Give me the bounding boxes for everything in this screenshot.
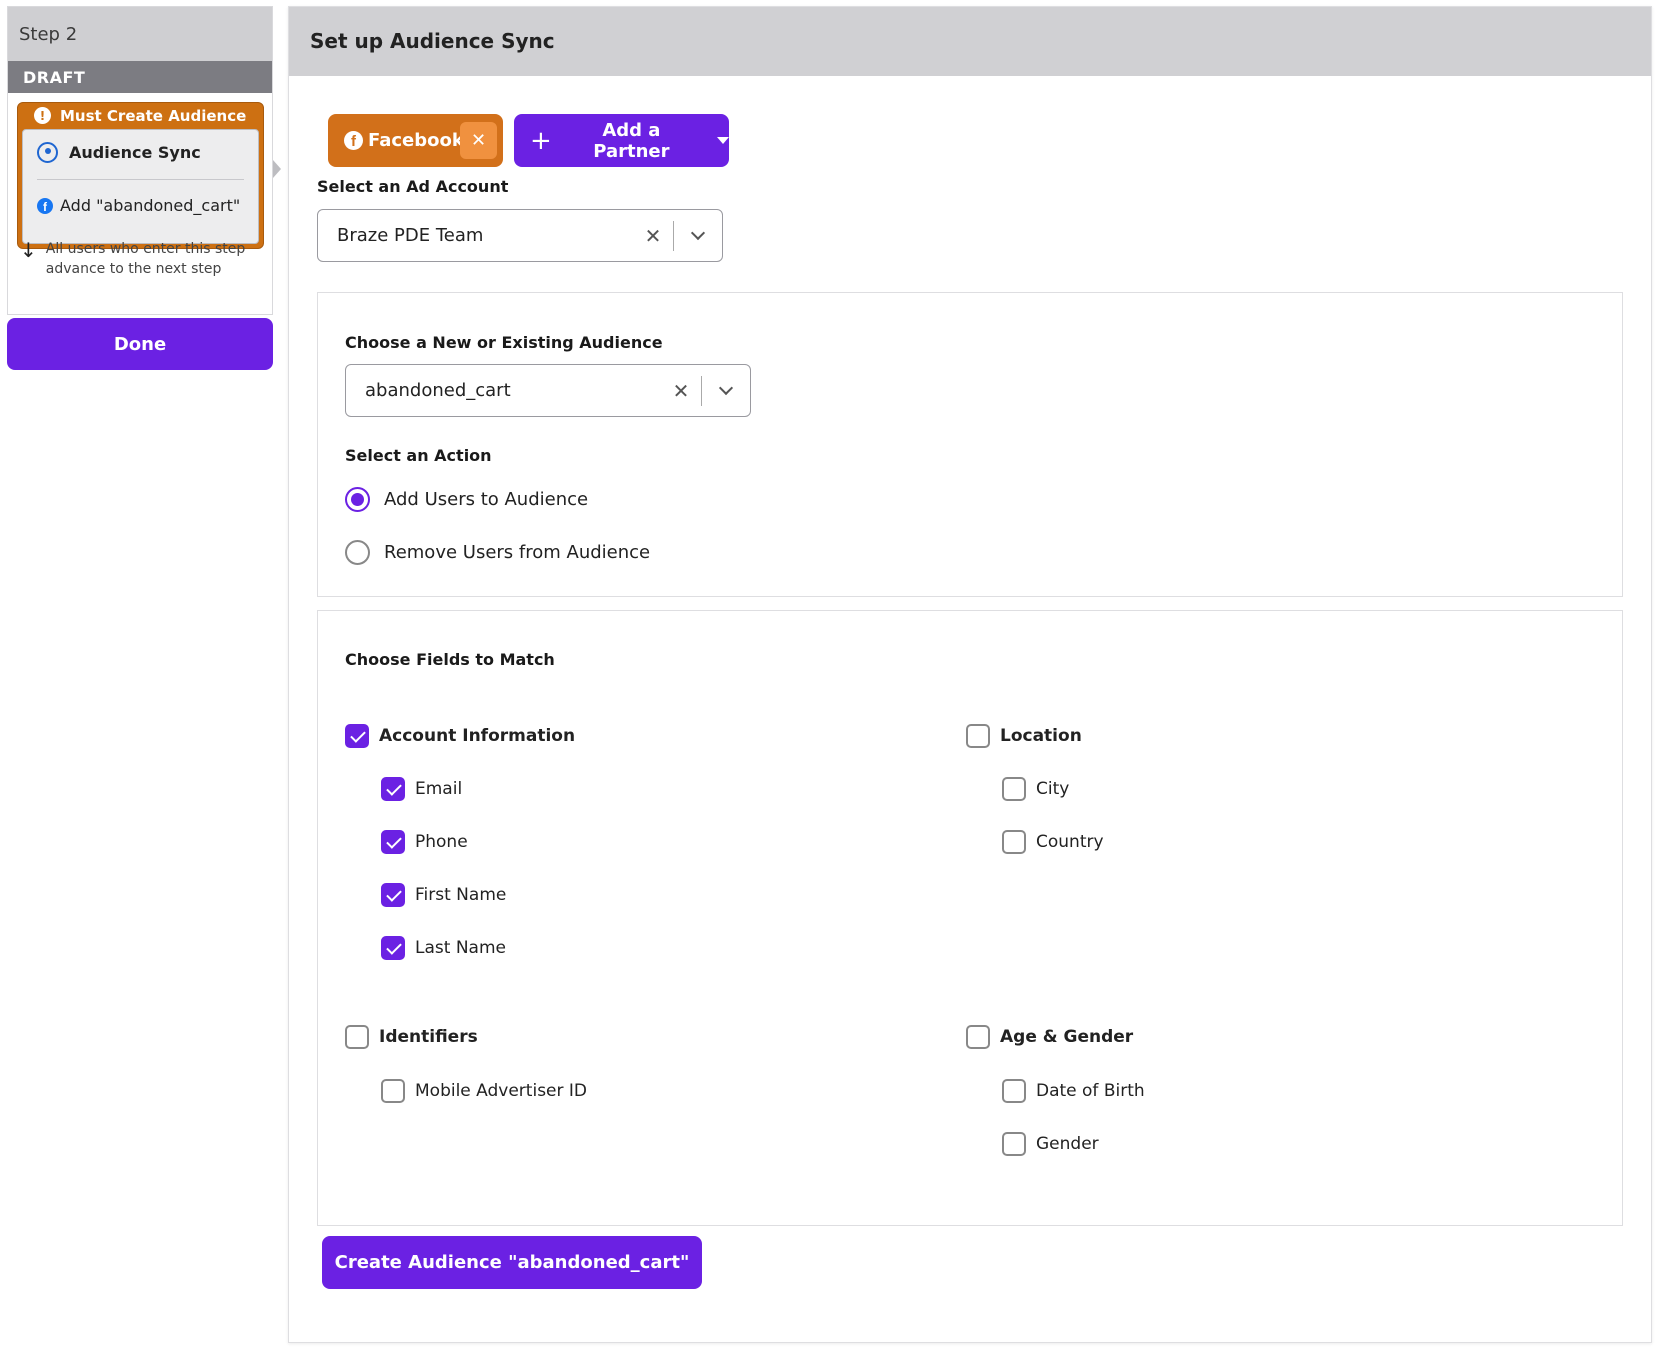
- checkbox-city[interactable]: City: [1002, 777, 1069, 801]
- chevron-down-icon[interactable]: [674, 225, 722, 241]
- component-header: Audience Sync: [37, 142, 201, 163]
- checkbox-gender[interactable]: Gender: [1002, 1132, 1099, 1156]
- add-partner-button[interactable]: + Add a Partner: [514, 114, 729, 167]
- done-button[interactable]: Done: [7, 318, 273, 370]
- checkbox[interactable]: [381, 777, 405, 801]
- alert-icon: !: [34, 107, 51, 124]
- step-pointer: [273, 160, 281, 178]
- audience-sync-icon: [37, 142, 58, 163]
- checkbox[interactable]: [966, 1025, 990, 1049]
- radio-remove-users[interactable]: Remove Users from Audience: [345, 540, 650, 565]
- checkbox-account-information[interactable]: Account Information: [345, 724, 575, 748]
- radio-button[interactable]: [345, 487, 370, 512]
- checkbox-label: Account Information: [379, 726, 576, 746]
- step-panel[interactable]: Step 2 DRAFT ! Must Create Audience Audi…: [7, 6, 273, 315]
- checkbox[interactable]: [1002, 1079, 1026, 1103]
- audience-value: abandoned_cart: [365, 380, 511, 401]
- checkbox[interactable]: [345, 724, 369, 748]
- checkbox-label: Gender: [1036, 1134, 1099, 1154]
- checkbox-email[interactable]: Email: [381, 777, 462, 801]
- checkbox-location[interactable]: Location: [966, 724, 1082, 748]
- step-title: Step 2: [8, 7, 272, 61]
- component-action: f Add "abandoned_cart": [37, 196, 240, 215]
- remove-partner-icon[interactable]: ✕: [460, 122, 497, 159]
- partner-chip-label: Facebook: [368, 130, 464, 151]
- checkbox-label: First Name: [415, 885, 507, 905]
- checkbox[interactable]: [381, 1079, 405, 1103]
- setup-panel: Set up Audience Sync f Facebook ✕ + Add …: [288, 6, 1652, 1343]
- checkbox[interactable]: [1002, 830, 1026, 854]
- clear-icon[interactable]: ✕: [633, 224, 673, 248]
- facebook-icon: f: [344, 131, 363, 150]
- checkbox[interactable]: [381, 936, 405, 960]
- radio-add-users[interactable]: Add Users to Audience: [345, 487, 588, 512]
- audience-section: Choose a New or Existing Audience abando…: [317, 292, 1623, 597]
- fields-section: Choose Fields to Match Account Informati…: [317, 610, 1623, 1226]
- checkbox-age-gender[interactable]: Age & Gender: [966, 1025, 1133, 1049]
- checkbox-label: Email: [415, 779, 463, 799]
- action-label: Select an Action: [345, 446, 492, 465]
- ad-account-select[interactable]: Braze PDE Team ✕: [317, 209, 723, 262]
- radio-label: Remove Users from Audience: [384, 542, 651, 563]
- checkbox-label: Identifiers: [379, 1027, 478, 1047]
- component-body: Audience Sync f Add "abandoned_cart": [22, 129, 259, 244]
- arrow-down-icon: ↓: [20, 238, 37, 262]
- clear-icon[interactable]: ✕: [661, 379, 701, 403]
- facebook-icon: f: [37, 197, 53, 214]
- checkbox-label: Location: [1000, 726, 1082, 746]
- checkbox-label: Age & Gender: [1000, 1027, 1134, 1047]
- checkbox-date-of-birth[interactable]: Date of Birth: [1002, 1079, 1145, 1103]
- checkbox-mobile-advertiser-id[interactable]: Mobile Advertiser ID: [381, 1079, 587, 1103]
- checkbox-label: Date of Birth: [1036, 1081, 1145, 1101]
- caret-down-icon: [717, 137, 729, 144]
- checkbox-country[interactable]: Country: [1002, 830, 1104, 854]
- ad-account-value: Braze PDE Team: [337, 225, 484, 246]
- component-name: Audience Sync: [69, 143, 201, 162]
- divider: [37, 179, 244, 180]
- create-audience-button[interactable]: Create Audience "abandoned_cart": [322, 1236, 702, 1289]
- partner-chip-facebook[interactable]: f Facebook ✕: [328, 114, 503, 167]
- step-component-card[interactable]: ! Must Create Audience Audience Sync f A…: [17, 102, 264, 249]
- warning-text: Must Create Audience: [60, 106, 247, 125]
- checkbox-phone[interactable]: Phone: [381, 830, 468, 854]
- checkbox-first-name[interactable]: First Name: [381, 883, 506, 907]
- checkbox[interactable]: [381, 883, 405, 907]
- ad-account-label: Select an Ad Account: [317, 177, 509, 196]
- checkbox-last-name[interactable]: Last Name: [381, 936, 506, 960]
- fields-label: Choose Fields to Match: [345, 650, 555, 669]
- action-summary: Add "abandoned_cart": [60, 196, 241, 215]
- radio-label: Add Users to Audience: [384, 489, 589, 510]
- page-title: Set up Audience Sync: [289, 7, 1651, 76]
- plus-icon: +: [530, 125, 552, 156]
- radio-button[interactable]: [345, 540, 370, 565]
- add-partner-label: Add a Partner: [593, 119, 670, 162]
- advance-text-line2: advance to the next step: [45, 261, 222, 277]
- checkbox-identifiers[interactable]: Identifiers: [345, 1025, 478, 1049]
- checkbox[interactable]: [1002, 777, 1026, 801]
- checkbox[interactable]: [1002, 1132, 1026, 1156]
- audience-label: Choose a New or Existing Audience: [345, 333, 663, 352]
- checkbox[interactable]: [966, 724, 990, 748]
- checkbox-label: City: [1036, 779, 1070, 799]
- audience-select[interactable]: abandoned_cart ✕: [345, 364, 751, 417]
- warning-banner: ! Must Create Audience: [18, 103, 263, 128]
- chevron-down-icon[interactable]: [702, 380, 750, 396]
- status-badge: DRAFT: [8, 61, 272, 93]
- advance-text-line1: All users who enter this step: [45, 241, 246, 257]
- checkbox-label: Country: [1036, 832, 1104, 852]
- advance-info: ↓ All users who enter this step advance …: [20, 239, 245, 279]
- checkbox-label: Mobile Advertiser ID: [415, 1081, 588, 1101]
- checkbox-label: Last Name: [415, 938, 506, 958]
- checkbox-label: Phone: [415, 832, 468, 852]
- checkbox[interactable]: [345, 1025, 369, 1049]
- checkbox[interactable]: [381, 830, 405, 854]
